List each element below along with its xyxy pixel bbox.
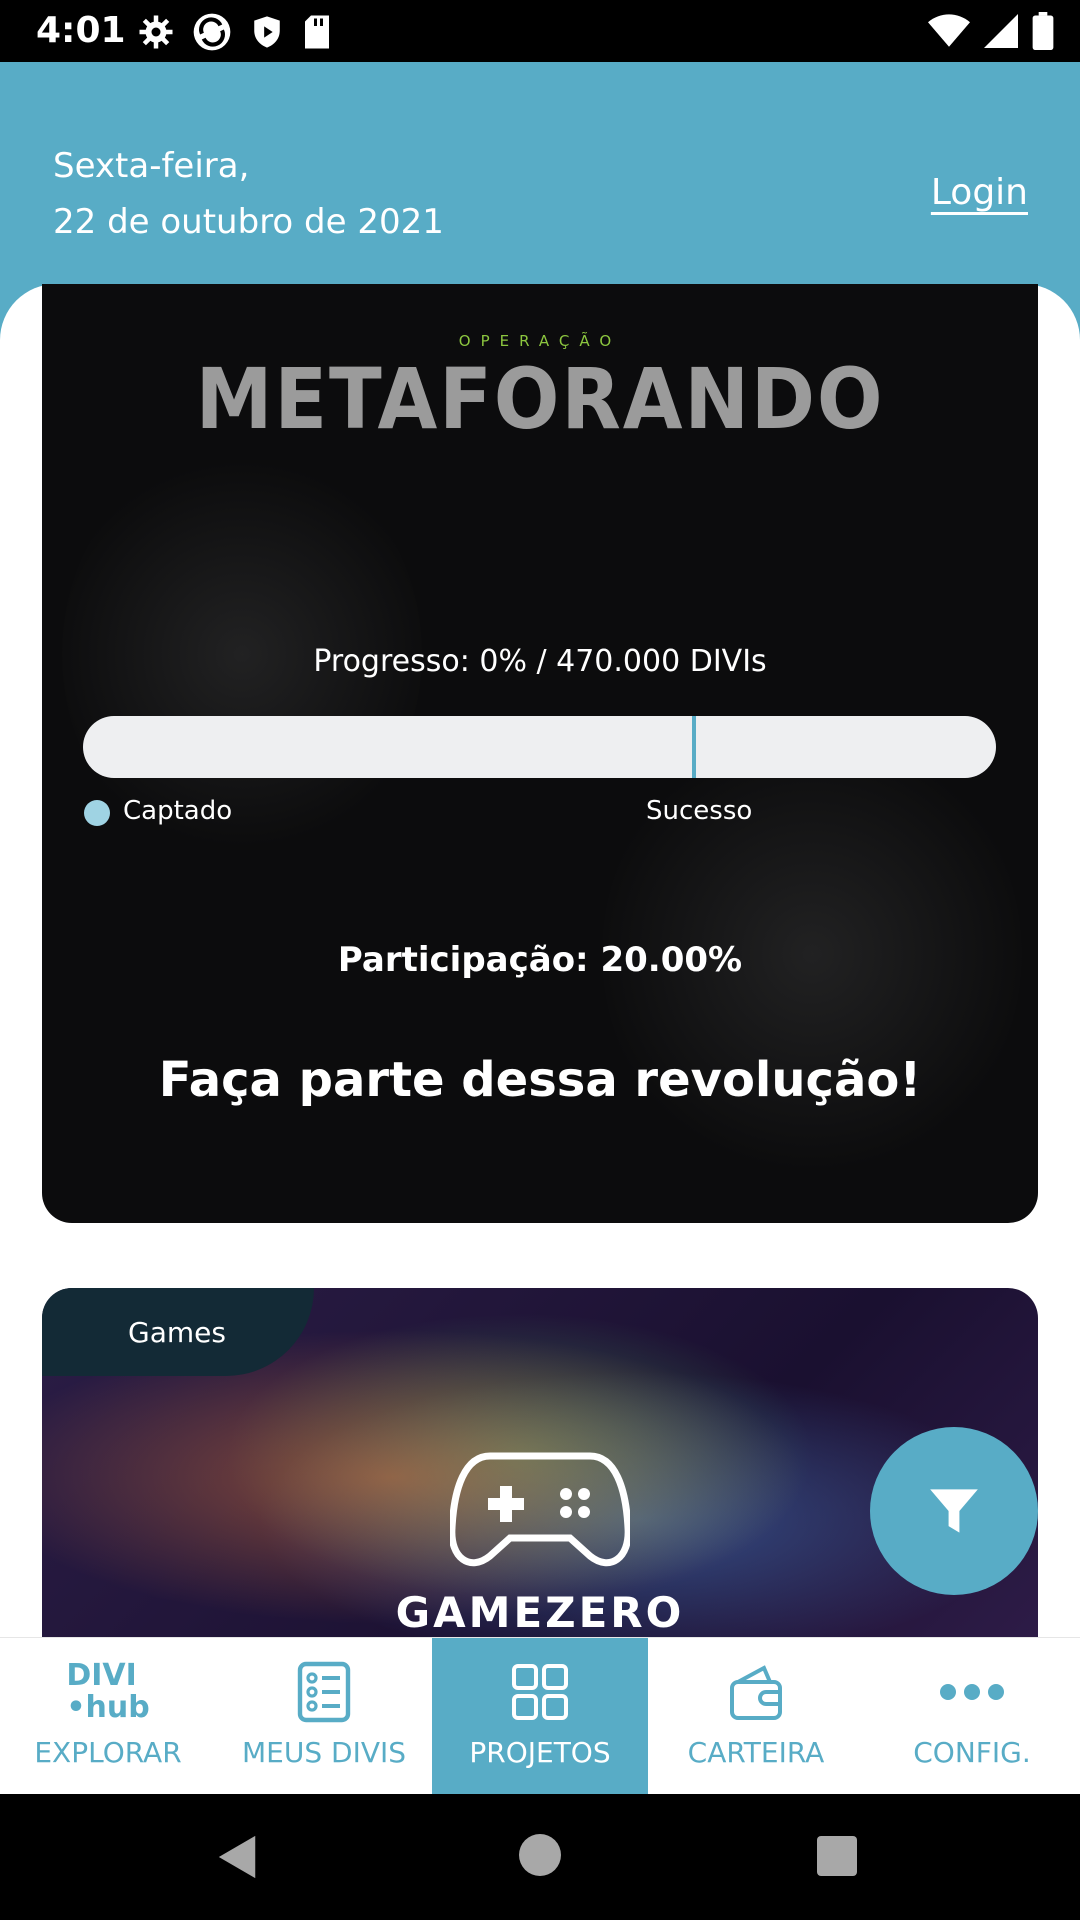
divihub-logo-line2: •hub: [66, 1690, 150, 1725]
nav-item-meus-divis[interactable]: MEUS DIVIS: [216, 1638, 432, 1795]
filter-icon: [930, 1489, 978, 1533]
shield-icon: [254, 16, 280, 48]
legend-sucesso: Sucesso: [646, 796, 753, 826]
success-marker: [692, 716, 696, 778]
project-logo-title: METAFORANDO: [195, 350, 885, 448]
legend-dot: [84, 800, 110, 826]
progress-bar: [83, 716, 996, 778]
nav-item-carteira[interactable]: CARTEIRA: [648, 1638, 864, 1795]
home-icon[interactable]: [519, 1834, 561, 1876]
grid-icon: [512, 1664, 568, 1720]
nav-item-projetos[interactable]: PROJETOS: [432, 1638, 648, 1795]
project-logo-subtitle: OPERAÇÃO: [458, 332, 622, 350]
nav-label: PROJETOS: [469, 1736, 611, 1769]
login-link[interactable]: Login: [931, 172, 1028, 213]
category-label: Games: [128, 1316, 226, 1349]
project-card-metaforando[interactable]: OPERAÇÃO METAFORANDO Progresso: 0% / 470…: [42, 284, 1038, 1223]
nav-label: CONFIG.: [913, 1736, 1031, 1769]
call-to-action: Faça parte dessa revolução!: [158, 1052, 922, 1108]
list-icon: [297, 1661, 351, 1723]
wallet-icon: [730, 1665, 782, 1720]
participation-label: Participação: 20.00%: [337, 940, 743, 980]
wifi-icon: [928, 14, 970, 47]
nav-label: CARTEIRA: [687, 1736, 825, 1769]
divihub-logo: DIVI •hub: [66, 1660, 149, 1724]
category-tag: Games: [42, 1288, 314, 1376]
progress-label: Progresso: 0% / 470.000 DIVIs: [313, 644, 767, 679]
recents-icon[interactable]: [817, 1836, 857, 1876]
signal-icon: [984, 14, 1018, 48]
sync-icon: [193, 13, 231, 51]
gear-icon: [139, 15, 173, 49]
date-full: 22 de outubro de 2021: [53, 202, 444, 242]
status-bar: 4:01: [0, 0, 1080, 62]
nav-item-config[interactable]: CONFIG.: [864, 1638, 1080, 1795]
battery-icon: [1032, 12, 1054, 50]
project-logo-text: GAMEZERO: [395, 1588, 685, 1637]
system-navigation-bar: [0, 1794, 1080, 1920]
divihub-logo-line1: DIVI: [66, 1658, 137, 1693]
nav-label: EXPLORAR: [34, 1736, 182, 1769]
gamepad-icon: [450, 1452, 630, 1567]
filter-button[interactable]: [870, 1427, 1038, 1595]
back-icon[interactable]: [216, 1834, 260, 1880]
more-icon: [940, 1684, 1004, 1700]
status-time: 4:01: [36, 10, 126, 51]
legend-captado: Captado: [123, 796, 233, 826]
bottom-navigation: DIVI •hub EXPLORAR MEUS DIVIS PROJETOS C…: [0, 1637, 1080, 1795]
nav-label: MEUS DIVIS: [241, 1736, 407, 1769]
nav-item-explorar[interactable]: DIVI •hub EXPLORAR: [0, 1638, 216, 1795]
date-weekday: Sexta-feira,: [53, 146, 250, 186]
sdcard-icon: [305, 15, 329, 49]
